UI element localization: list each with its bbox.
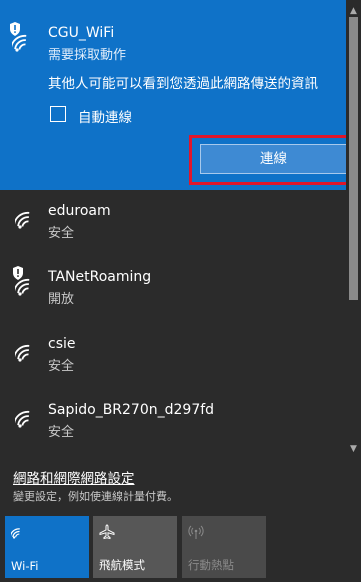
network-name: CGU_WiFi bbox=[48, 25, 115, 41]
connect-button[interactable]: 連線 bbox=[200, 144, 347, 174]
network-status: 安全 bbox=[48, 425, 75, 440]
selected-network-item[interactable]: CGU_WiFi 需要採取動作 其他人可能可以看到您透過此網路傳送的資訊 自動連… bbox=[0, 0, 356, 190]
network-name: csie bbox=[48, 336, 76, 352]
network-status: 安全 bbox=[48, 226, 75, 241]
wifi-toggle-tile[interactable]: Wi-Fi bbox=[5, 516, 89, 578]
scroll-down-icon[interactable]: ▼ bbox=[350, 444, 357, 454]
auto-connect-label[interactable]: 自動連線 bbox=[78, 106, 132, 126]
shield-icon bbox=[9, 22, 21, 36]
shield-icon bbox=[12, 266, 24, 280]
network-status: 開放 bbox=[48, 292, 75, 307]
hotspot-icon bbox=[188, 524, 204, 544]
network-flyout: CGU_WiFi 需要採取動作 其他人可能可以看到您透過此網路傳送的資訊 自動連… bbox=[0, 0, 361, 582]
network-settings-link[interactable]: 網路和網際網路設定 bbox=[13, 467, 135, 487]
tile-label: 飛航模式 bbox=[99, 558, 145, 572]
airplane-icon bbox=[99, 524, 115, 544]
airplane-mode-tile[interactable]: 飛航模式 bbox=[93, 516, 177, 578]
wifi-signal-icon bbox=[15, 406, 41, 428]
tile-label: Wi-Fi bbox=[11, 559, 39, 573]
wifi-signal-icon bbox=[15, 207, 41, 229]
network-name: Sapido_BR270n_d297fd bbox=[48, 402, 215, 418]
mobile-hotspot-tile[interactable]: 行動熱點 bbox=[182, 516, 266, 578]
auto-connect-checkbox[interactable] bbox=[50, 106, 66, 122]
network-name: TANetRoaming bbox=[48, 269, 152, 285]
scroll-up-icon[interactable]: ▲ bbox=[350, 6, 357, 16]
tile-label: 行動熱點 bbox=[188, 558, 234, 572]
network-status: 安全 bbox=[48, 359, 75, 374]
scrollbar-thumb[interactable] bbox=[349, 17, 358, 300]
security-warning-text: 其他人可能可以看到您透過此網路傳送的資訊 bbox=[48, 76, 318, 92]
network-status: 需要採取動作 bbox=[48, 48, 127, 63]
wifi-icon bbox=[9, 524, 27, 543]
network-name: eduroam bbox=[48, 203, 111, 219]
network-settings-description: 變更設定，例如使連線計量付費。 bbox=[13, 490, 178, 503]
wifi-signal-icon bbox=[15, 340, 41, 362]
